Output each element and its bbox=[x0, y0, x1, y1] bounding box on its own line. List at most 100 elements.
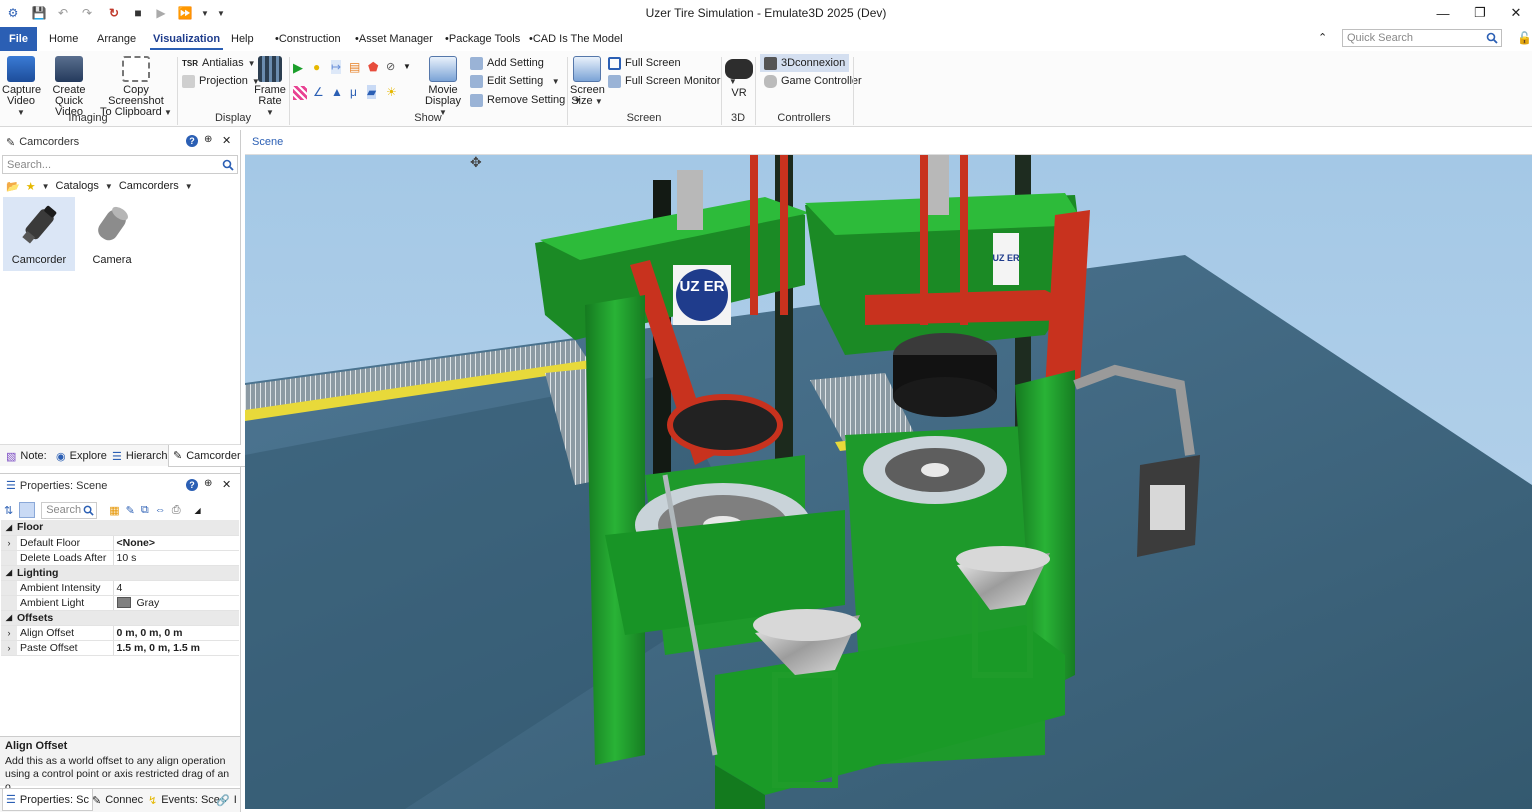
property-value[interactable]: 0 m, 0 m, 0 m bbox=[113, 625, 239, 641]
edit-icon[interactable]: ✎ bbox=[126, 504, 135, 517]
categorize-icon[interactable] bbox=[19, 502, 36, 518]
property-row[interactable]: › Paste Offset 1.5 m, 0 m, 1.5 m bbox=[1, 640, 239, 656]
collapse-chevron-icon[interactable]: ◢ bbox=[1, 565, 17, 581]
folder-icon[interactable]: 📂 bbox=[6, 180, 20, 193]
edit-setting-button[interactable]: Edit Setting ▼ bbox=[470, 73, 560, 89]
property-value[interactable]: Gray bbox=[113, 595, 239, 611]
color-swatch[interactable] bbox=[116, 597, 131, 609]
tab-connections[interactable]: ✎ Connec bbox=[92, 792, 143, 808]
favorites-chevron-icon[interactable]: ▼ bbox=[42, 182, 50, 191]
full-screen-button[interactable]: Full Screen bbox=[608, 55, 681, 71]
property-category[interactable]: ◢ Offsets bbox=[1, 610, 239, 626]
show-hierarchy-icon[interactable]: ▲ bbox=[331, 85, 343, 99]
move-icon[interactable]: ⇔ bbox=[155, 504, 166, 516]
projection-dropdown[interactable]: Projection ▼ bbox=[182, 73, 260, 89]
add-setting-button[interactable]: Add Setting bbox=[470, 55, 544, 71]
tab-hierarchy[interactable]: ☰ Hierarch bbox=[112, 448, 167, 464]
tab-home[interactable]: Home bbox=[40, 27, 87, 51]
tab-scene[interactable]: Scene bbox=[252, 136, 283, 148]
tab-explore[interactable]: ◉ Explore bbox=[56, 448, 107, 464]
show-surface-icon[interactable]: ▰ bbox=[367, 85, 377, 99]
create-quick-video-button[interactable]: Create Quick Video bbox=[42, 56, 96, 118]
catalog-item-camera[interactable]: Camera bbox=[76, 197, 148, 271]
property-row[interactable]: Ambient Light Gray bbox=[1, 595, 239, 611]
properties-search-input[interactable]: Search bbox=[41, 501, 98, 519]
tab-asset-manager[interactable]: • Asset Manager bbox=[346, 27, 442, 51]
close-panel-icon[interactable]: ✕ bbox=[222, 134, 231, 147]
favorite-star-icon[interactable]: ★ bbox=[26, 180, 36, 193]
show-pattern-icon[interactable] bbox=[293, 86, 307, 100]
expand-all-icon[interactable]: ▦ bbox=[109, 504, 119, 517]
collapse-ribbon-icon[interactable]: ⌃ bbox=[1318, 31, 1327, 44]
property-value[interactable]: 1.5 m, 0 m, 1.5 m bbox=[113, 640, 239, 656]
scene-render[interactable]: UZ ER UZ ER ✥ bbox=[245, 155, 1532, 809]
show-marker-icon[interactable]: ⬟ bbox=[368, 60, 378, 74]
copy-screenshot-button[interactable]: Copy Screenshot To Clipboard ▼ bbox=[98, 56, 174, 118]
expand-chevron-icon[interactable]: › bbox=[1, 535, 17, 551]
dropdown-arrow-icon[interactable]: ▼ bbox=[185, 182, 193, 191]
tab-visualization[interactable]: Visualization bbox=[144, 27, 229, 51]
frame-rate-button[interactable]: Frame Rate ▼ bbox=[254, 56, 286, 118]
property-row[interactable]: Ambient Intensity 4 bbox=[1, 580, 239, 596]
tab-more[interactable]: 🔗 I bbox=[216, 792, 237, 808]
tab-cad-is-the-model[interactable]: • CAD Is The Model bbox=[520, 27, 632, 51]
tab-file[interactable]: File bbox=[0, 27, 37, 51]
tab-arrange[interactable]: Arrange bbox=[88, 27, 145, 51]
show-play-icon[interactable]: ▶ bbox=[293, 60, 303, 76]
breadcrumb-camcorders[interactable]: Camcorders bbox=[119, 180, 179, 192]
tab-construction[interactable]: • Construction bbox=[266, 27, 350, 51]
property-value[interactable]: <None> bbox=[113, 535, 239, 551]
help-icon[interactable]: ? bbox=[186, 135, 198, 147]
tab-events[interactable]: ↯ Events: Sce bbox=[148, 792, 220, 808]
pin-icon[interactable]: ⊕ bbox=[204, 478, 212, 489]
show-graph-icon[interactable]: ∠ bbox=[313, 85, 324, 99]
quick-search-input[interactable]: Quick Search bbox=[1342, 29, 1502, 47]
property-value[interactable]: 10 s bbox=[113, 550, 239, 566]
game-controller-button[interactable]: Game Controller bbox=[764, 73, 862, 89]
close-panel-icon[interactable]: ✕ bbox=[222, 478, 231, 491]
show-options-chevron-icon[interactable]: ▼ bbox=[403, 62, 411, 71]
catalog-item-camcorder[interactable]: Camcorder bbox=[3, 197, 75, 271]
light-bulb-icon[interactable]: ● bbox=[313, 60, 320, 74]
property-row[interactable]: › Default Floor <None> bbox=[1, 535, 239, 551]
capture-video-button[interactable]: Capture Video ▼ bbox=[2, 56, 41, 118]
close-window-button[interactable]: ✕ bbox=[1493, 0, 1532, 26]
copy-icon[interactable]: ⧉ bbox=[141, 504, 149, 517]
show-frame-icon[interactable]: ▤ bbox=[349, 60, 360, 74]
antialias-dropdown[interactable]: TSR Antialias ▼ bbox=[182, 55, 256, 71]
show-sun-icon[interactable]: ☀ bbox=[386, 85, 397, 99]
tab-package-tools[interactable]: • Package Tools bbox=[436, 27, 529, 51]
movie-display-button[interactable]: Movie Display ▼ bbox=[423, 56, 463, 118]
full-screen-monitor-button[interactable]: Full Screen Monitor ▼ bbox=[608, 73, 737, 89]
tab-notes[interactable]: ▧ Note: bbox=[6, 448, 47, 464]
sort-icon[interactable]: ⇅ bbox=[4, 504, 13, 517]
screen-size-button[interactable]: Screen Size ▼ bbox=[570, 56, 605, 107]
expand-chevron-icon[interactable]: › bbox=[1, 625, 17, 641]
remove-setting-button[interactable]: Remove Setting ▼ bbox=[470, 92, 582, 108]
property-value[interactable]: 4 bbox=[113, 580, 239, 596]
show-dimensions-icon[interactable]: ↦ bbox=[331, 60, 342, 74]
property-category[interactable]: ◢ Floor bbox=[1, 520, 239, 536]
show-axis-icon[interactable]: μ bbox=[350, 85, 357, 99]
tab-help[interactable]: Help bbox=[222, 27, 263, 51]
scene-viewport[interactable]: UZ ER UZ ER ✥ bbox=[245, 155, 1532, 809]
collapse-chevron-icon[interactable]: ◢ bbox=[1, 520, 17, 536]
camcorders-search-input[interactable]: Search... bbox=[2, 155, 238, 174]
3dconnexion-button[interactable]: 3Dconnexion bbox=[760, 54, 850, 72]
print-icon[interactable]: ⎙ bbox=[172, 504, 181, 517]
vr-button[interactable]: VR bbox=[724, 56, 754, 99]
tab-properties-scene[interactable]: ☰ Properties: Sc bbox=[2, 789, 93, 811]
hide-icon[interactable]: ⊘ bbox=[386, 60, 395, 73]
property-row[interactable]: Delete Loads After 10 s bbox=[1, 550, 239, 566]
toolbar-overflow-icon[interactable]: ◢ bbox=[195, 506, 201, 515]
dropdown-arrow-icon[interactable]: ▼ bbox=[105, 182, 113, 191]
tab-camcorder[interactable]: ✎ Camcorder bbox=[168, 445, 246, 467]
property-row[interactable]: › Align Offset 0 m, 0 m, 0 m bbox=[1, 625, 239, 641]
property-category[interactable]: ◢ Lighting bbox=[1, 565, 239, 581]
collapse-chevron-icon[interactable]: ◢ bbox=[1, 610, 17, 626]
help-icon[interactable]: ? bbox=[186, 479, 198, 491]
lock-icon[interactable]: 🔓 bbox=[1517, 31, 1532, 45]
pin-icon[interactable]: ⊕ bbox=[204, 134, 212, 145]
expand-chevron-icon[interactable]: › bbox=[1, 640, 17, 656]
breadcrumb-catalogs[interactable]: Catalogs bbox=[56, 180, 99, 192]
